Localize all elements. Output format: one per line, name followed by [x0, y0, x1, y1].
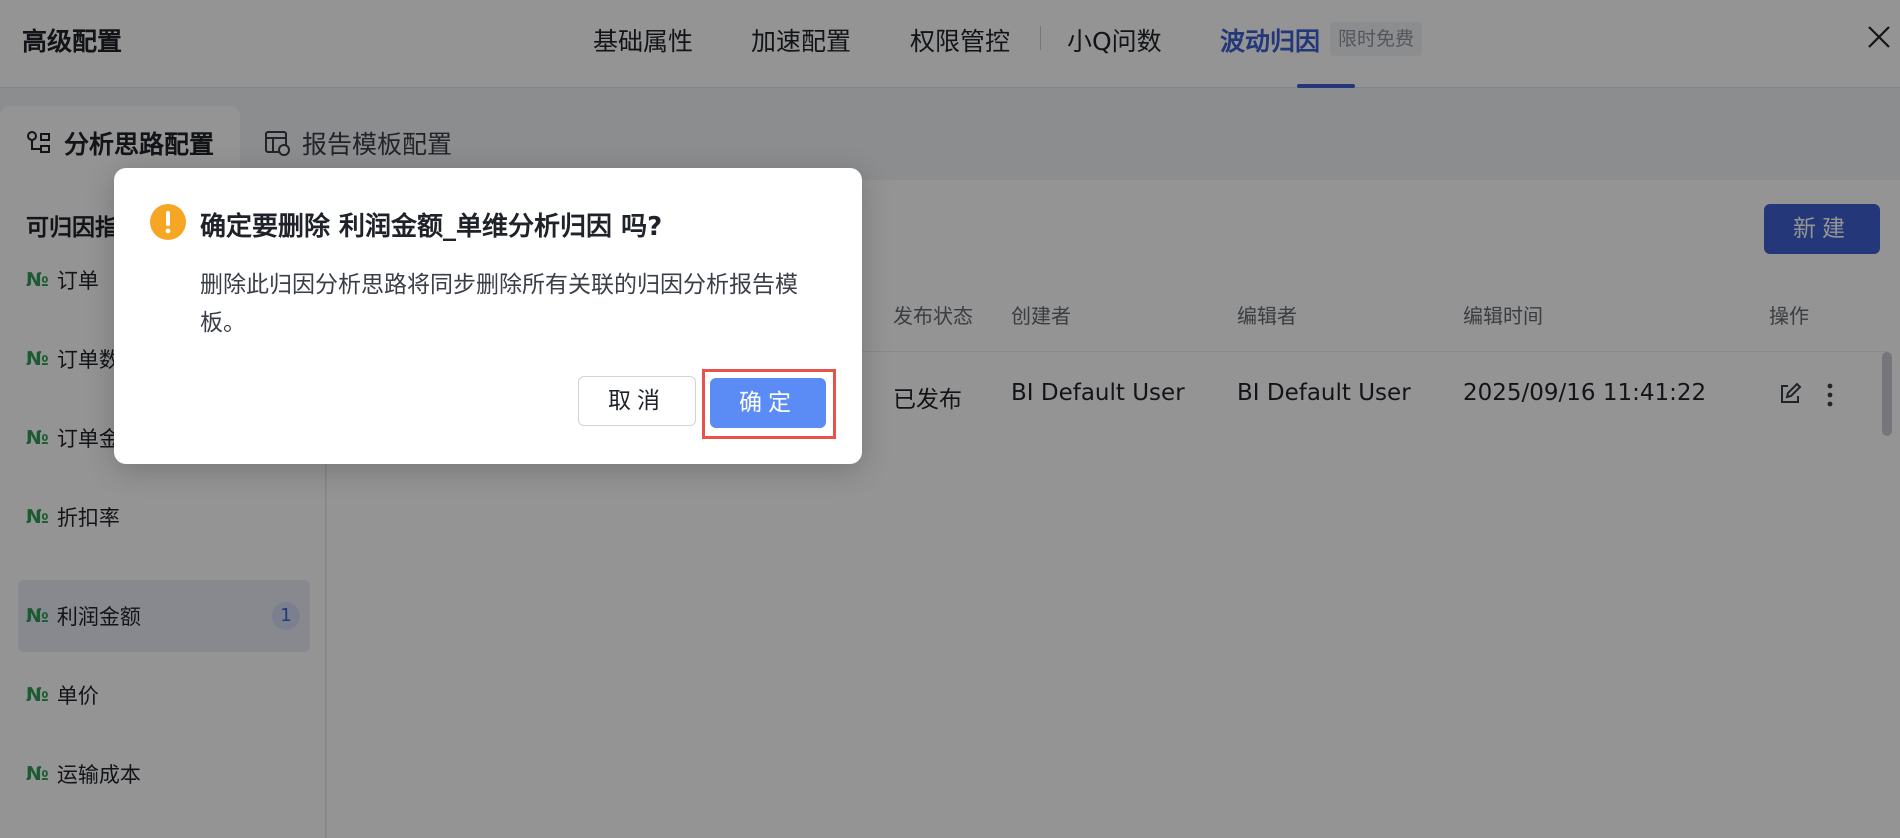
- delete-confirm-dialog: 确定要删除 利润金额_单维分析归因 吗? 删除此归因分析思路将同步删除所有关联的…: [114, 168, 862, 464]
- warning-icon: [150, 204, 186, 240]
- dialog-title: 确定要删除 利润金额_单维分析归因 吗?: [200, 212, 663, 242]
- dialog-message: 删除此归因分析思路将同步删除所有关联的归因分析报告模板。: [200, 272, 798, 336]
- cancel-button[interactable]: 取消: [578, 376, 696, 426]
- confirm-button[interactable]: 确定: [710, 378, 826, 428]
